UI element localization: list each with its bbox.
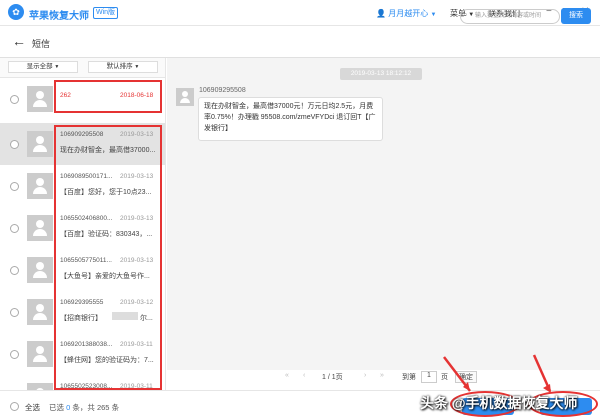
chevron-down-icon: ▼ xyxy=(430,12,437,18)
selection-count: 已选 0 条，共 265 条 xyxy=(49,402,119,413)
avatar-icon xyxy=(27,299,53,325)
select-radio[interactable] xyxy=(10,224,19,233)
user-name: 月月越开心 xyxy=(388,9,429,18)
message-timestamp: 2019-03-13 18:12:12 xyxy=(340,68,422,80)
back-arrow-icon[interactable]: ← xyxy=(12,33,26,49)
filter-bar: 显示全部 ▼ 默认排序 ▼ xyxy=(0,58,166,78)
avatar-icon xyxy=(27,257,53,283)
show-all-dropdown[interactable]: 显示全部 ▼ xyxy=(8,61,78,73)
app-title: 苹果恢复大师 xyxy=(29,11,89,22)
avatar-icon xyxy=(27,173,53,199)
select-radio[interactable] xyxy=(10,308,19,317)
edition-badge: Win版 xyxy=(93,7,119,19)
avatar-icon xyxy=(27,131,53,157)
show-all-label: 显示全部 xyxy=(26,63,53,70)
chevron-down-icon: ▼ xyxy=(134,64,140,70)
search-input[interactable]: 输入要查找的内容或时间 xyxy=(460,9,560,24)
user-icon: 👤 xyxy=(376,9,386,18)
total-count: 265 xyxy=(96,403,110,412)
prev-page-icon[interactable]: ‹ xyxy=(303,372,305,379)
avatar-icon xyxy=(27,86,53,112)
sub-header: ← 短信 xyxy=(0,27,600,57)
page-title: 短信 xyxy=(32,39,51,49)
select-all-label[interactable]: 全选 xyxy=(25,402,40,413)
page-indicator: 1 / 1页 xyxy=(322,374,343,381)
next-page-icon[interactable]: › xyxy=(364,372,366,379)
user-menu[interactable]: 👤 月月越开心 ▼ xyxy=(376,8,436,19)
select-radio[interactable] xyxy=(10,95,19,104)
annotation-box xyxy=(54,125,162,390)
select-radio[interactable] xyxy=(10,182,19,191)
annotation-box xyxy=(54,80,162,113)
select-all-radio[interactable] xyxy=(10,402,19,411)
selected-mid: 条，共 xyxy=(72,403,95,412)
first-page-icon[interactable]: « xyxy=(285,372,289,379)
watermark-text: 头条 @手机数据恢复大师 xyxy=(420,395,578,411)
avatar-icon xyxy=(176,88,194,106)
app-logo-icon: ✿ xyxy=(8,4,24,20)
selected-prefix: 已选 xyxy=(49,403,64,412)
selected-count: 0 xyxy=(66,403,71,412)
select-radio[interactable] xyxy=(10,266,19,275)
avatar-icon xyxy=(27,341,53,367)
chevron-down-icon: ▼ xyxy=(54,64,60,70)
avatar-icon xyxy=(27,383,53,390)
select-radio[interactable] xyxy=(10,140,19,149)
message-sender: 106909295508 xyxy=(199,87,246,94)
message-bubble: 现在办财智金，最高借37000元！万元日均2.5元，月费率0.75%！办理戳 9… xyxy=(198,97,383,141)
sort-dropdown[interactable]: 默认排序 ▼ xyxy=(88,61,158,73)
select-radio[interactable] xyxy=(10,350,19,359)
sort-label: 默认排序 xyxy=(106,63,133,70)
selected-suffix: 条 xyxy=(111,403,120,412)
goto-label: 到第 xyxy=(402,374,416,381)
search-button[interactable]: 搜索 xyxy=(561,8,591,24)
avatar-icon xyxy=(27,215,53,241)
last-page-icon[interactable]: » xyxy=(380,372,384,379)
